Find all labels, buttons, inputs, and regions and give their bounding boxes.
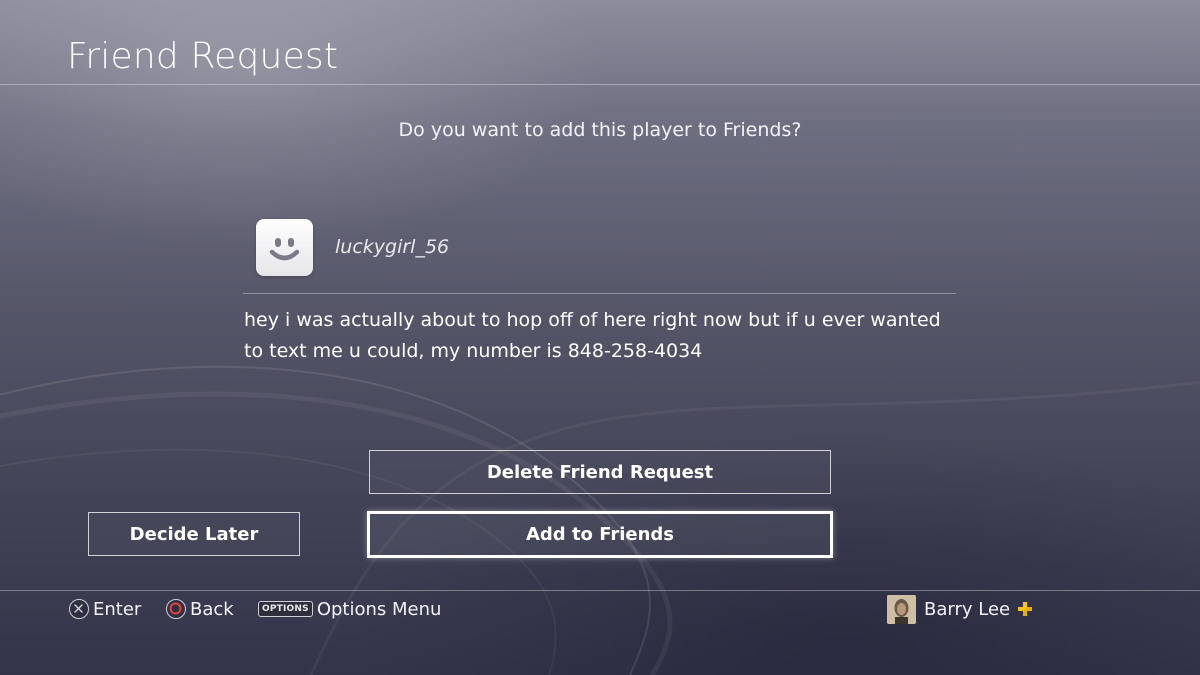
delete-friend-request-button[interactable]: Delete Friend Request: [369, 450, 831, 494]
sender-username[interactable]: luckygirl_56: [335, 236, 449, 258]
smiley-face-icon: [269, 238, 300, 261]
sender-avatar[interactable]: [256, 219, 313, 276]
footer-enter-hint: Enter: [69, 598, 141, 620]
options-menu-label: Options Menu: [316, 598, 442, 620]
page-title: Friend Request: [67, 36, 339, 77]
user-name: Barry Lee: [924, 598, 1011, 620]
enter-label: Enter: [93, 598, 142, 620]
footer-back-hint: Back: [166, 598, 234, 620]
current-user: Barry Lee: [887, 594, 1033, 624]
dialog-prompt: Do you want to add this player to Friend…: [398, 119, 802, 141]
options-key-icon: OPTIONS: [258, 601, 313, 617]
message-divider: [243, 293, 956, 294]
circle-button-icon: [166, 599, 186, 619]
user-avatar: [887, 594, 916, 624]
add-to-friends-button[interactable]: Add to Friends: [367, 511, 833, 558]
header-divider: [0, 84, 1200, 85]
request-message: hey i was actually about to hop off of h…: [244, 309, 941, 362]
decide-later-button[interactable]: Decide Later: [88, 512, 300, 556]
footer-options-hint: OPTIONS Options Menu: [258, 598, 441, 620]
back-label: Back: [190, 598, 234, 620]
footer-divider: [0, 590, 1200, 591]
playstation-plus-icon: [1017, 601, 1033, 617]
cross-button-icon: [69, 599, 89, 619]
